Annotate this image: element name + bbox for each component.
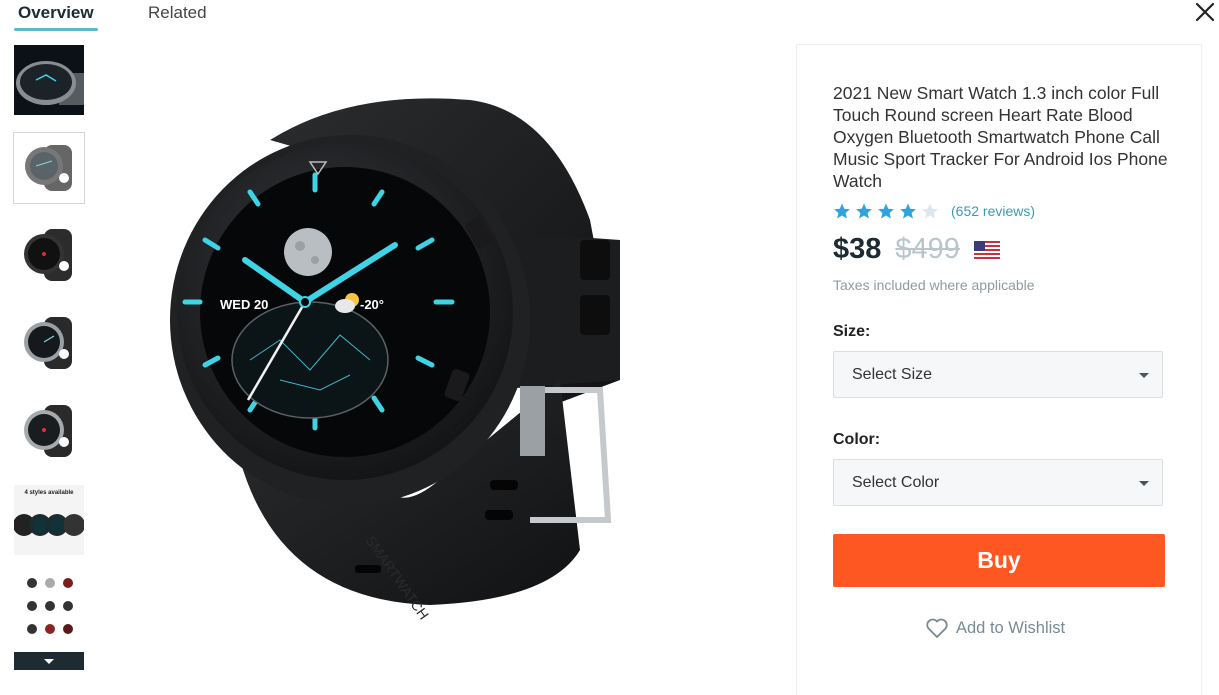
watch-weather-text: -20° <box>360 297 384 312</box>
add-to-wishlist-button[interactable]: Add to Wishlist <box>925 617 1065 639</box>
reviews-link[interactable]: (652 reviews) <box>951 203 1035 219</box>
color-label: Color: <box>833 431 881 448</box>
star-empty-icon <box>922 203 938 219</box>
price-row: $38 $499 <box>833 233 1000 266</box>
buy-button[interactable]: Buy <box>833 534 1165 587</box>
star-filled-icon <box>856 203 872 219</box>
thumbnail-3[interactable] <box>14 221 84 291</box>
chevron-down-icon <box>44 658 54 664</box>
us-flag-icon <box>973 240 1000 259</box>
thumbnail-1[interactable] <box>14 45 84 115</box>
size-select-value: Select Size <box>852 366 933 383</box>
wishlist-label: Add to Wishlist <box>956 618 1066 637</box>
size-label: Size: <box>833 323 871 340</box>
watch-date-text: WED 20 <box>220 297 268 312</box>
color-select-value: Select Color <box>852 474 940 491</box>
thumbnail-6[interactable]: 4 styles available <box>14 485 84 555</box>
product-panel: 2021 New Smart Watch 1.3 inch color Full… <box>796 44 1202 695</box>
tab-overview[interactable]: Overview <box>14 3 98 31</box>
original-price: $499 <box>895 233 960 265</box>
color-select[interactable]: Select Color <box>833 459 1163 506</box>
star-filled-icon <box>900 203 916 219</box>
thumbnail-caption: 4 styles available <box>24 490 74 496</box>
thumbnail-scroll-down-button[interactable] <box>14 652 84 670</box>
rating: (652 reviews) <box>833 202 1035 220</box>
star-filled-icon <box>834 203 850 219</box>
main-product-image: WED 20 -20° SMARTWATCH <box>170 98 620 620</box>
thumbnail-7[interactable] <box>14 573 84 643</box>
product-title: 2021 New Smart Watch 1.3 inch color Full… <box>833 83 1168 191</box>
tab-related[interactable]: Related <box>148 3 207 23</box>
close-icon[interactable] <box>1194 1 1216 23</box>
thumbnail-5[interactable] <box>14 397 84 467</box>
size-select[interactable]: Select Size <box>833 351 1163 398</box>
thumbnail-2[interactable] <box>13 132 85 204</box>
caret-down-icon <box>1139 481 1149 486</box>
star-filled-icon <box>878 203 894 219</box>
thumbnail-4[interactable] <box>14 309 84 379</box>
caret-down-icon <box>1139 373 1149 378</box>
heart-icon <box>926 618 948 638</box>
taxes-note: Taxes included where applicable <box>833 277 1035 293</box>
current-price: $38 <box>833 233 882 265</box>
